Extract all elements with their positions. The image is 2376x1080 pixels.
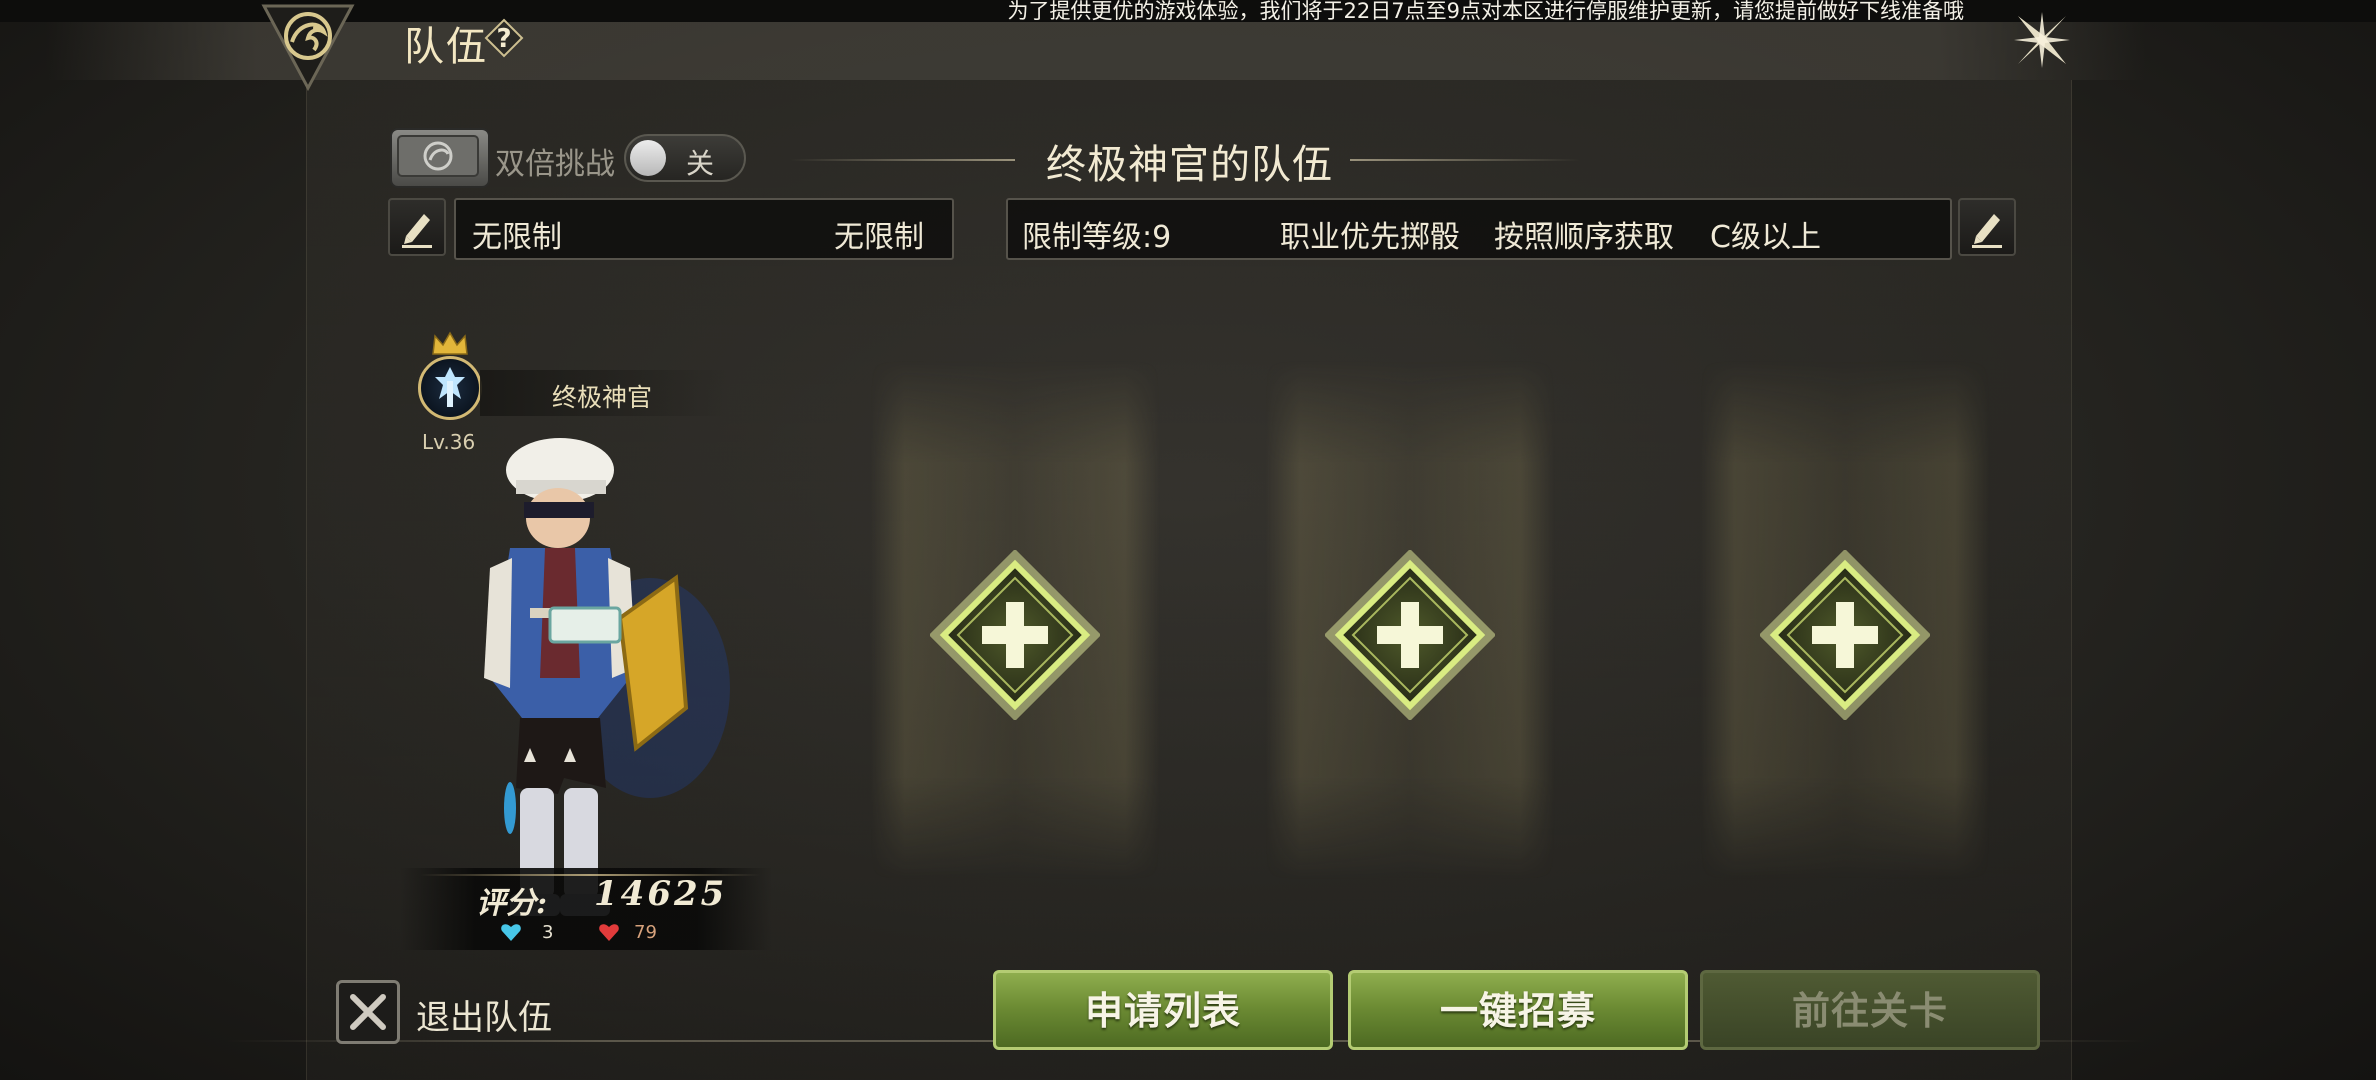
restriction-order: 按照顺序获取 [1494, 220, 1674, 255]
close-icon[interactable] [2010, 8, 2074, 72]
edit-right-restriction-button[interactable] [1958, 198, 2016, 256]
header-divider-right [1350, 159, 1580, 161]
quick-recruit-button[interactable]: 一键招募 [1348, 970, 1688, 1050]
invite-plus-icon[interactable] [930, 550, 1100, 720]
edit-left-restriction-button[interactable] [388, 198, 446, 256]
restriction-item: 无限制 [472, 220, 562, 255]
blue-stat-value: 3 [542, 922, 554, 943]
team-restriction-field[interactable]: 限制等级:9 职业优先掷骰 按照顺序获取 C级以上 [1006, 198, 1952, 260]
toggle-knob [630, 140, 666, 176]
blue-heart-icon [501, 924, 521, 941]
dragon-emblem-icon [261, 4, 355, 92]
leave-team-icon[interactable] [336, 980, 400, 1044]
restriction-level: 限制等级:9 [1022, 220, 1172, 255]
double-challenge-icon [390, 128, 490, 188]
help-icon[interactable]: ? [484, 18, 524, 58]
toggle-state-label: 关 [686, 147, 715, 180]
leave-team-label[interactable]: 退出队伍 [416, 990, 552, 1039]
restriction-roll: 职业优先掷骰 [1280, 220, 1460, 255]
header-divider-left [790, 159, 1015, 161]
application-list-button[interactable]: 申请列表 [993, 970, 1333, 1050]
red-stat-value: 79 [634, 922, 657, 943]
go-to-stage-button[interactable]: 前往关卡 [1700, 970, 2040, 1050]
page-title: 队伍 [404, 24, 488, 70]
team-name: 终极神官的队伍 [1046, 142, 1333, 188]
score-value: 14625 [594, 874, 728, 914]
pencil-icon [402, 214, 432, 248]
double-challenge-toggle[interactable]: 关 [624, 134, 746, 182]
invite-plus-icon[interactable] [1325, 550, 1495, 720]
red-heart-icon [599, 924, 619, 941]
restriction-grade: C级以上 [1710, 220, 1821, 255]
invite-plus-icon[interactable] [1760, 550, 1930, 720]
double-challenge-label: 双倍挑战 [495, 147, 615, 182]
priest-class-icon [418, 356, 482, 420]
help-glyph: ? [496, 24, 511, 54]
loot-restriction-field[interactable]: 无限制 无限制 [454, 198, 954, 260]
score-label: 评分: [476, 886, 548, 921]
maintenance-notice: 为了提供更优的游戏体验，我们将于22日7点至9点对本区进行停服维护更新，请您提前… [1007, 0, 1964, 23]
restriction-item: 无限制 [834, 220, 924, 255]
member-name: 终极神官 [552, 383, 653, 412]
title-bar [46, 22, 2146, 80]
leader-crown-icon [432, 331, 468, 355]
pencil-icon [1972, 214, 2002, 248]
